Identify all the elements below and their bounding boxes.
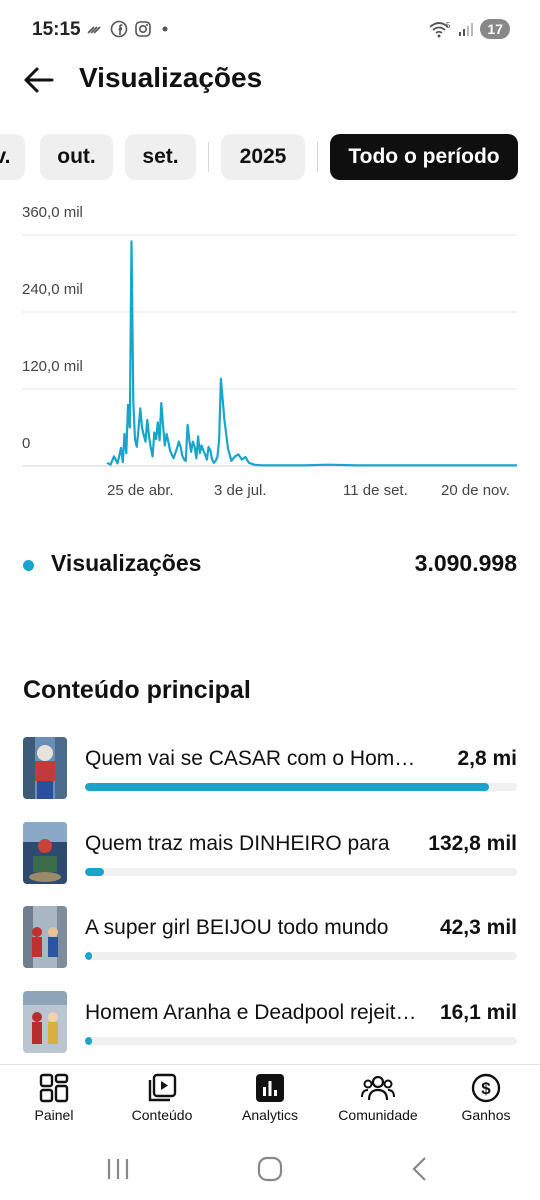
views-bar-track <box>85 1037 517 1045</box>
content-item[interactable]: Quem vai se CASAR com o Homem Aranha 2,8… <box>0 737 540 801</box>
app-header: Visualizações <box>0 56 540 104</box>
views-bar-track <box>85 952 517 960</box>
summary-value: 3.090.998 <box>414 550 517 576</box>
y-tick-label: 0 <box>22 435 31 452</box>
battery-icon: 17 <box>480 19 510 39</box>
series-line-visualizacoes <box>106 240 517 467</box>
views-bar-track <box>85 868 517 876</box>
content-views: 42,3 mil <box>439 916 517 939</box>
chip-divider <box>317 142 318 172</box>
content-item[interactable]: Homem Aranha e Deadpool rejeitam 16,1 mi… <box>0 991 540 1055</box>
community-icon <box>361 1073 395 1103</box>
back-arrow-icon[interactable] <box>22 64 56 96</box>
chip-out[interactable]: out. <box>40 134 113 180</box>
dashboard-icon <box>39 1073 69 1103</box>
content-views: 16,1 mil <box>439 1001 517 1024</box>
video-thumbnail <box>23 906 67 968</box>
video-thumbnail <box>23 991 67 1053</box>
content-play-icon <box>147 1073 177 1103</box>
content-item[interactable]: A super girl BEIJOU todo mundo 42,3 mil <box>0 906 540 970</box>
chip-divider <box>208 142 209 172</box>
notification-icons <box>86 20 172 38</box>
x-tick-label: 11 de set. <box>343 482 408 499</box>
summary-label: Visualizações <box>51 550 202 576</box>
x-tick-label: 20 de nov. <box>441 482 510 499</box>
x-tick-label: 25 de abr. <box>107 482 174 499</box>
nav-conteudo[interactable]: Conteúdo <box>108 1065 216 1131</box>
content-title: Quem traz mais DINHEIRO para <box>85 832 390 855</box>
chip-2025[interactable]: 2025 <box>221 134 305 180</box>
views-chart: 0 120,0 mil 240,0 mil 360,0 mil 25 de abr. 3 … <box>0 204 540 510</box>
instagram-icon <box>134 20 152 38</box>
views-bar-fill <box>85 952 92 960</box>
analytics-icon <box>255 1073 285 1103</box>
facebook-icon <box>110 20 128 38</box>
nav-label: Analytics <box>241 1107 299 1123</box>
chip-set[interactable]: set. <box>125 134 196 180</box>
nav-label: Conteúdo <box>131 1107 193 1123</box>
back-icon[interactable] <box>405 1154 435 1184</box>
y-tick-label: 120,0 mil <box>22 358 83 375</box>
content-title: A super girl BEIJOU todo mundo <box>85 916 389 939</box>
content-item[interactable]: Quem traz mais DINHEIRO para 132,8 mil <box>0 822 540 886</box>
bottom-nav: Painel Conteúdo Analytics Comunidade $ G… <box>0 1064 540 1130</box>
chip-nov[interactable]: v. <box>0 134 25 180</box>
nav-painel[interactable]: Painel <box>0 1065 108 1131</box>
views-bar-fill <box>85 868 104 876</box>
section-title: Conteúdo principal <box>23 676 251 704</box>
nav-label: Painel <box>34 1107 74 1123</box>
status-bar: 15:15 5 17 <box>0 0 540 60</box>
content-views: 2,8 mi <box>457 747 517 770</box>
dollar-icon: $ <box>471 1073 501 1103</box>
content-title: Homem Aranha e Deadpool rejeitam <box>85 1001 417 1024</box>
svg-text:5: 5 <box>446 21 451 30</box>
svg-text:$: $ <box>481 1079 491 1098</box>
y-tick-label: 360,0 mil <box>22 204 83 221</box>
wifi-icon: 5 <box>428 20 452 38</box>
x-tick-label: 3 de jul. <box>214 482 267 499</box>
nav-label: Comunidade <box>338 1107 418 1123</box>
content-title: Quem vai se CASAR com o Homem Aranha <box>85 747 417 770</box>
system-navigation <box>0 1140 540 1200</box>
views-bar-track <box>85 783 517 791</box>
system-status-icons: 5 17 <box>428 19 510 39</box>
chip-all-time[interactable]: Todo o período <box>330 134 518 180</box>
signal-icon <box>458 21 474 37</box>
nav-ganhos[interactable]: $ Ganhos <box>432 1065 540 1131</box>
video-thumbnail <box>23 822 67 884</box>
content-views: 132,8 mil <box>428 832 517 855</box>
nav-analytics[interactable]: Analytics <box>216 1065 324 1131</box>
y-tick-label: 240,0 mil <box>22 281 83 298</box>
status-time: 15:15 <box>32 19 81 40</box>
dot-icon <box>158 22 172 36</box>
recents-icon[interactable] <box>103 1154 133 1184</box>
missed-call-icon <box>86 22 104 36</box>
home-icon[interactable] <box>255 1154 285 1184</box>
views-summary: Visualizações 3.090.998 <box>0 548 540 582</box>
legend-dot <box>23 560 34 571</box>
views-bar-fill <box>85 783 489 791</box>
nav-comunidade[interactable]: Comunidade <box>324 1065 432 1131</box>
period-selector: v. out. set. 2025 Todo o período <box>0 134 540 180</box>
page-title: Visualizações <box>79 62 263 93</box>
views-bar-fill <box>85 1037 92 1045</box>
video-thumbnail <box>23 737 67 799</box>
nav-label: Ganhos <box>461 1107 511 1123</box>
